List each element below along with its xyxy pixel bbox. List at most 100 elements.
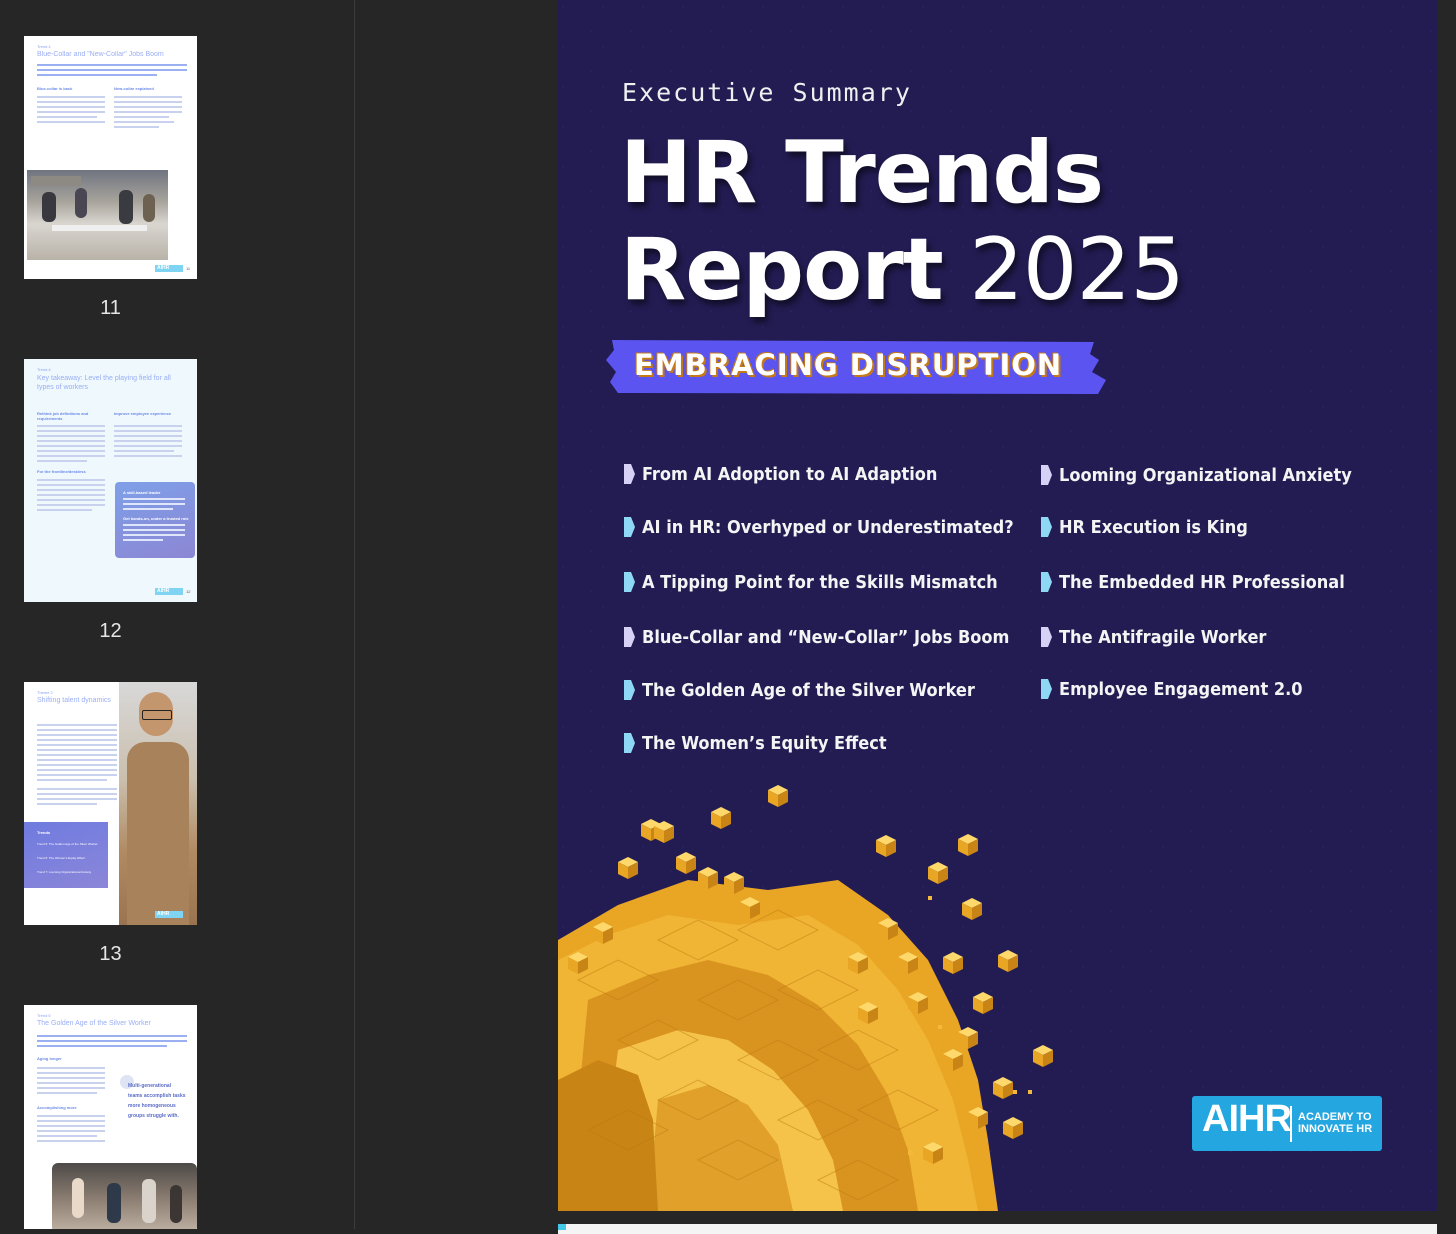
- thumb-text-line: [37, 1072, 105, 1074]
- thumb-col2-heading: Improve employee experience: [114, 411, 172, 416]
- toc-item[interactable]: The Golden Age of the Silver Worker: [622, 679, 975, 701]
- cover-subtitle: Executive Summary: [622, 78, 912, 107]
- next-page-accent: [558, 1224, 566, 1230]
- toc-item-label: The Embedded HR Professional: [1059, 571, 1345, 593]
- thumb-box-heading: Trends: [37, 830, 51, 835]
- thumb-text-line: [37, 106, 105, 108]
- toc-item[interactable]: The Embedded HR Professional: [1039, 571, 1345, 593]
- thumb-text-line: [114, 440, 182, 442]
- cover-title-line1: HR Trends: [620, 123, 1104, 223]
- thumb-quote: Multi-generational teams accomplish task…: [128, 1083, 186, 1119]
- thumb-text-line: [37, 803, 97, 805]
- chevron-marker-icon: [1041, 572, 1052, 592]
- thumb-text-line: [37, 798, 117, 800]
- thumb-tag: Trend 4: [37, 367, 51, 372]
- thumb-text-line: [37, 450, 105, 452]
- thumb-text-line: [37, 724, 117, 726]
- thumb-text-line: [37, 1082, 105, 1084]
- thumb-text-line: [37, 1115, 105, 1117]
- cover-title-line2: Report 2025: [620, 220, 1185, 320]
- toc-item[interactable]: The Women’s Equity Effect: [622, 732, 887, 754]
- thumb-tag: Theme 2: [37, 690, 53, 695]
- thumb-text-line: [37, 1087, 105, 1089]
- thumb-text-line: [114, 435, 182, 437]
- aihr-logo-mark: AIHR: [1202, 1098, 1292, 1140]
- thumb-text-line: [37, 1135, 97, 1137]
- thumb-text-line: [37, 116, 97, 118]
- thumb-text-line: [37, 499, 105, 501]
- toc-item[interactable]: From AI Adoption to AI Adaption: [622, 463, 937, 485]
- page-thumbnails-sidebar[interactable]: Trend 4 Blue-Collar and "New-Collar" Job…: [0, 0, 355, 1229]
- thumb-text-line: [37, 101, 105, 103]
- toc-item[interactable]: Looming Organizational Anxiety: [1039, 464, 1352, 486]
- toc-item[interactable]: A Tipping Point for the Skills Mismatch: [622, 571, 998, 593]
- thumb-text-line: [37, 749, 117, 751]
- thumb-box-heading: A skill-based leader: [123, 490, 161, 495]
- logo-divider: [1290, 1106, 1292, 1142]
- chevron-marker-icon: [624, 680, 635, 700]
- page-thumbnail-11[interactable]: Trend 4 Blue-Collar and "New-Collar" Job…: [24, 36, 197, 279]
- thumb-text-line: [114, 96, 182, 98]
- thumb-trends-box: Trends Trend 5: The Golden Age of the Si…: [24, 822, 108, 888]
- thumb-tag: Trend 4: [37, 44, 51, 49]
- thumb-box-item: Trend 5: The Golden Age of the Silver Wo…: [37, 842, 98, 846]
- thumb-text-line: [37, 509, 92, 511]
- toc-item-label: The Golden Age of the Silver Worker: [642, 679, 975, 701]
- toc-item[interactable]: The Antifragile Worker: [1039, 626, 1266, 648]
- thumb-text-line: [37, 1077, 105, 1079]
- thumb-text-line: [37, 1125, 105, 1127]
- thumb-col1-sub: For the frontline/deskless: [37, 469, 86, 474]
- toc-item-label: A Tipping Point for the Skills Mismatch: [642, 571, 998, 593]
- thumb-text-line: [37, 1040, 187, 1042]
- thumb-text-line: [37, 74, 157, 76]
- thumb-text-line: [37, 455, 105, 457]
- thumb-col1-sub: Accomplishing more: [37, 1105, 77, 1110]
- thumb-callout-box: A skill-based leader Get hands-on, under…: [115, 482, 195, 558]
- toc-item[interactable]: HR Execution is King: [1039, 516, 1248, 538]
- chevron-marker-icon: [1041, 517, 1052, 537]
- thumb-text-line: [37, 440, 105, 442]
- thumb-text-line: [114, 101, 182, 103]
- page-thumbnail-13[interactable]: Theme 2 Shifting talent dynamics Trends …: [24, 682, 197, 925]
- thumb-title: Blue-Collar and "New-Collar" Jobs Boom: [37, 51, 164, 58]
- chevron-marker-icon: [624, 517, 635, 537]
- thumb-text-line: [37, 111, 105, 113]
- thumb-text-line: [114, 430, 182, 432]
- thumb-text-line: [37, 504, 105, 506]
- thumb-text-line: [37, 1067, 105, 1069]
- thumb-text-line: [37, 734, 117, 736]
- chevron-marker-icon: [624, 733, 635, 753]
- thumb-title: The Golden Age of the Silver Worker: [37, 1020, 151, 1027]
- thumb-text-line: [37, 729, 117, 731]
- toc-item[interactable]: Employee Engagement 2.0: [1039, 678, 1303, 700]
- thumb-text-line: [37, 739, 117, 741]
- toc-item-label: The Women’s Equity Effect: [642, 732, 887, 754]
- woman-portrait-photo: [119, 682, 197, 925]
- thumb-text-line: [37, 479, 105, 481]
- thumb-text-line: [37, 445, 105, 447]
- thumb-text-line: [114, 455, 182, 457]
- thumb-box-sub: Get hands-on, under a trusted role: [123, 516, 189, 521]
- page-thumbnail-12[interactable]: Trend 4 Key takeaway: Level the playing …: [24, 359, 197, 602]
- thumb-text-line: [114, 121, 174, 123]
- thumb-text-line: [37, 1045, 167, 1047]
- thumb-text-line: [37, 430, 105, 432]
- toc-item[interactable]: Blue-Collar and “New-Collar” Jobs Boom: [622, 626, 1009, 648]
- chevron-marker-icon: [1041, 465, 1052, 485]
- thumb-text-line: [37, 121, 105, 123]
- thumb-text-line: [37, 764, 117, 766]
- thumb-text-line: [37, 1130, 105, 1132]
- thumb-text-line: [37, 96, 105, 98]
- toc-item-label: Blue-Collar and “New-Collar” Jobs Boom: [642, 626, 1010, 648]
- toc-item-label: From AI Adoption to AI Adaption: [642, 463, 938, 485]
- thumb-page-label: 11: [186, 266, 191, 271]
- page-thumbnail-14[interactable]: Trend 5 The Golden Age of the Silver Wor…: [24, 1005, 197, 1229]
- team-photo: [52, 1163, 197, 1229]
- embracing-disruption-banner: EMBRACING DISRUPTION: [604, 338, 1108, 396]
- toc-item[interactable]: AI in HR: Overhyped or Underestimated?: [622, 516, 1014, 538]
- toc-item-label: HR Execution is King: [1059, 516, 1248, 538]
- document-viewer[interactable]: Executive Summary HR Trends Report 2025 …: [355, 0, 1456, 1234]
- thumb-text-line: [114, 111, 182, 113]
- aihr-logo: AIHR ACADEMY TO INNOVATE HR: [1192, 1096, 1382, 1151]
- toc-item-label: AI in HR: Overhyped or Underestimated?: [642, 516, 1014, 538]
